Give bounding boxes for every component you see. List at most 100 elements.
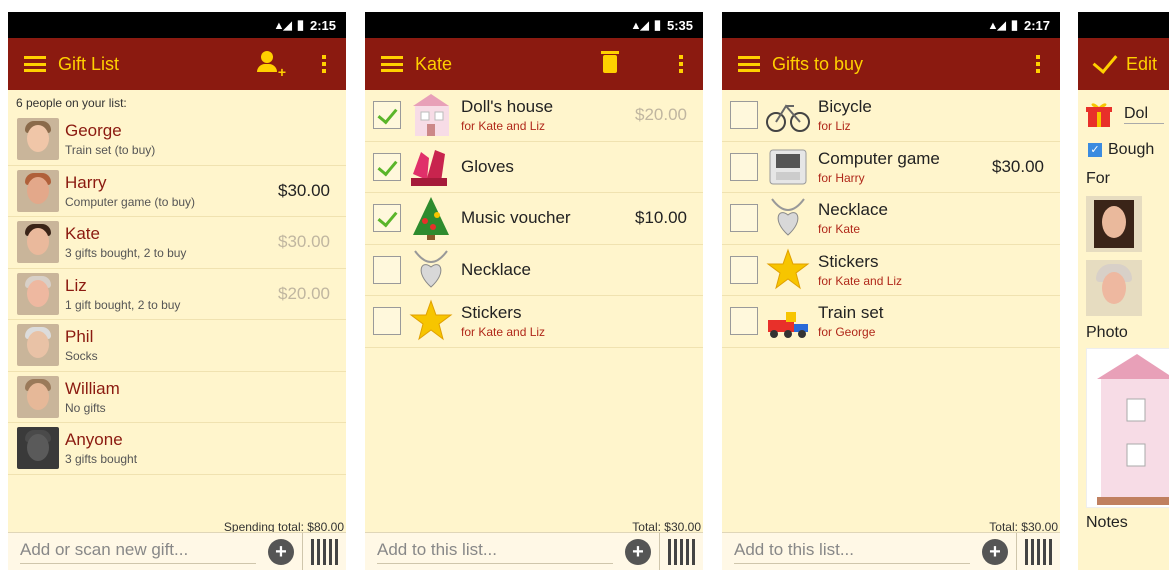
gift-row[interactable]: Necklace for Kate xyxy=(722,193,1060,245)
bought-checkbox[interactable] xyxy=(730,255,758,284)
trash-icon[interactable] xyxy=(601,51,619,73)
person-row[interactable]: George Train set (to buy) xyxy=(8,114,346,166)
add-to-list-input[interactable]: Add to this list... xyxy=(734,540,970,564)
gift-row[interactable]: Train set for George xyxy=(722,296,1060,348)
app-bar: Gifts to buy xyxy=(722,38,1060,90)
battery-icon: ▮ xyxy=(296,17,304,32)
bought-checkbox[interactable] xyxy=(373,204,401,233)
gift-icon xyxy=(1086,103,1112,127)
bought-checkbox[interactable] xyxy=(730,152,758,181)
overflow-menu-icon[interactable] xyxy=(1028,55,1048,73)
person-spend: $30.00 xyxy=(278,180,330,200)
menu-icon[interactable] xyxy=(24,56,46,72)
train-icon xyxy=(764,298,812,344)
bought-checkbox[interactable] xyxy=(373,255,401,284)
add-icon[interactable]: + xyxy=(625,538,651,565)
person-row[interactable]: Harry Computer game (to buy) $30.00 xyxy=(8,166,346,217)
status-bar: ▲◢ ▮ 2:17 xyxy=(722,12,1060,38)
necklace-icon xyxy=(764,195,812,241)
barcode-scan-icon[interactable] xyxy=(302,532,346,570)
add-to-list-input[interactable]: Add to this list... xyxy=(377,540,613,564)
app-bar: Kate xyxy=(365,38,703,90)
gift-row[interactable]: Music voucher $10.00 xyxy=(365,193,703,245)
phone-person-list: ▲◢ ▮ 5:35 Kate Doll's house for Kate and … xyxy=(365,12,703,570)
add-icon[interactable]: + xyxy=(268,538,294,565)
bought-checkbox[interactable]: ✓ xyxy=(1088,143,1102,157)
bought-checkbox[interactable] xyxy=(373,101,401,130)
person-row[interactable]: Phil Socks xyxy=(8,320,346,372)
star-icon xyxy=(407,298,455,344)
gift-row[interactable]: Gloves xyxy=(365,142,703,193)
person-name: Anyone xyxy=(65,430,123,450)
for-label: For xyxy=(1086,170,1110,187)
person-row[interactable]: Kate 3 gifts bought, 2 to buy $30.00 xyxy=(8,217,346,269)
clock: 2:17 xyxy=(1023,17,1050,33)
status-bar xyxy=(1078,12,1169,38)
add-icon[interactable]: + xyxy=(982,538,1008,565)
gift-list: Doll's house for Kate and Liz $20.00 Gloves… xyxy=(365,90,703,348)
people-list: George Train set (to buy) Harry Computer ga… xyxy=(8,114,346,475)
person-row[interactable]: Liz 1 gift bought, 2 to buy $20.00 xyxy=(8,269,346,320)
person-row[interactable]: William No gifts xyxy=(8,372,346,423)
phone-gift-list: ▲◢ ▮ 2:15 Gift List + 6 people on your l… xyxy=(8,12,346,570)
gift-recipients: for George xyxy=(818,325,876,340)
overflow-menu-icon[interactable] xyxy=(314,55,334,73)
gift-list: Bicycle for Liz Computer game for Harry $30.… xyxy=(722,90,1060,348)
overflow-menu-icon[interactable] xyxy=(671,55,691,73)
person-summary: Socks xyxy=(65,349,98,364)
gift-row[interactable]: Stickers for Kate and Liz xyxy=(365,296,703,348)
avatar xyxy=(17,375,59,418)
barcode-scan-icon[interactable] xyxy=(1016,532,1060,570)
signal-icon: ▲◢ xyxy=(630,19,648,32)
bicycle-icon xyxy=(764,92,812,138)
gift-name-input[interactable]: Dol xyxy=(1124,105,1164,124)
gift-price: $20.00 xyxy=(635,105,687,125)
page-title: Edit xyxy=(1125,53,1157,74)
tree-icon xyxy=(407,195,455,241)
gift-price: $30.00 xyxy=(992,156,1044,176)
battery-icon: ▮ xyxy=(653,17,661,32)
person-spend: $20.00 xyxy=(278,283,330,303)
bought-checkbox[interactable] xyxy=(373,307,401,336)
signal-icon: ▲◢ xyxy=(987,19,1005,32)
menu-icon[interactable] xyxy=(738,56,760,72)
avatar xyxy=(17,427,59,470)
clock: 5:35 xyxy=(666,17,693,33)
person-row[interactable]: Anyone 3 gifts bought xyxy=(8,423,346,475)
people-count: 6 people on your list: xyxy=(16,96,127,110)
gift-row[interactable]: Computer game for Harry $30.00 xyxy=(722,142,1060,193)
gift-row[interactable]: Necklace xyxy=(365,245,703,296)
bought-row: ✓ Bough xyxy=(1078,138,1169,162)
gift-row[interactable]: Stickers for Kate and Liz xyxy=(722,245,1060,296)
bought-checkbox[interactable] xyxy=(373,152,401,181)
bought-checkbox[interactable] xyxy=(730,307,758,336)
gift-recipients: for Liz xyxy=(818,119,851,134)
bought-checkbox[interactable] xyxy=(730,204,758,233)
phone-gifts-to-buy: ▲◢ ▮ 2:17 Gifts to buy Bicycle for Liz Com… xyxy=(722,12,1060,570)
person-summary: 3 gifts bought xyxy=(65,452,138,467)
app-bar: Gift List + xyxy=(8,38,346,90)
person-summary: No gifts xyxy=(65,400,106,415)
person-name: George xyxy=(65,121,122,141)
status-bar: ▲◢ ▮ 5:35 xyxy=(365,12,703,38)
input-bar: Add to this list... + xyxy=(722,532,1060,570)
gift-name-row: Dol xyxy=(1078,90,1169,138)
gift-name: Necklace xyxy=(818,200,888,220)
bought-checkbox[interactable] xyxy=(730,101,758,130)
barcode-scan-icon[interactable] xyxy=(659,532,703,570)
avatar xyxy=(17,324,59,367)
confirm-check-icon[interactable] xyxy=(1092,48,1118,74)
gift-row[interactable]: Bicycle for Liz xyxy=(722,90,1060,142)
page-title: Gift List xyxy=(58,53,120,74)
for-person-liz[interactable] xyxy=(1086,260,1142,316)
add-person-icon[interactable]: + xyxy=(256,51,286,79)
add-gift-input[interactable]: Add or scan new gift... xyxy=(20,540,256,564)
menu-icon[interactable] xyxy=(381,56,403,72)
bought-label: Bough xyxy=(1108,141,1155,158)
person-spend: $30.00 xyxy=(278,232,330,252)
gift-row[interactable]: Doll's house for Kate and Liz $20.00 xyxy=(365,90,703,142)
gift-name: Train set xyxy=(818,303,884,323)
battery-icon: ▮ xyxy=(1010,17,1018,32)
for-person-kate[interactable] xyxy=(1086,196,1142,252)
dollhouse-icon xyxy=(407,92,455,138)
